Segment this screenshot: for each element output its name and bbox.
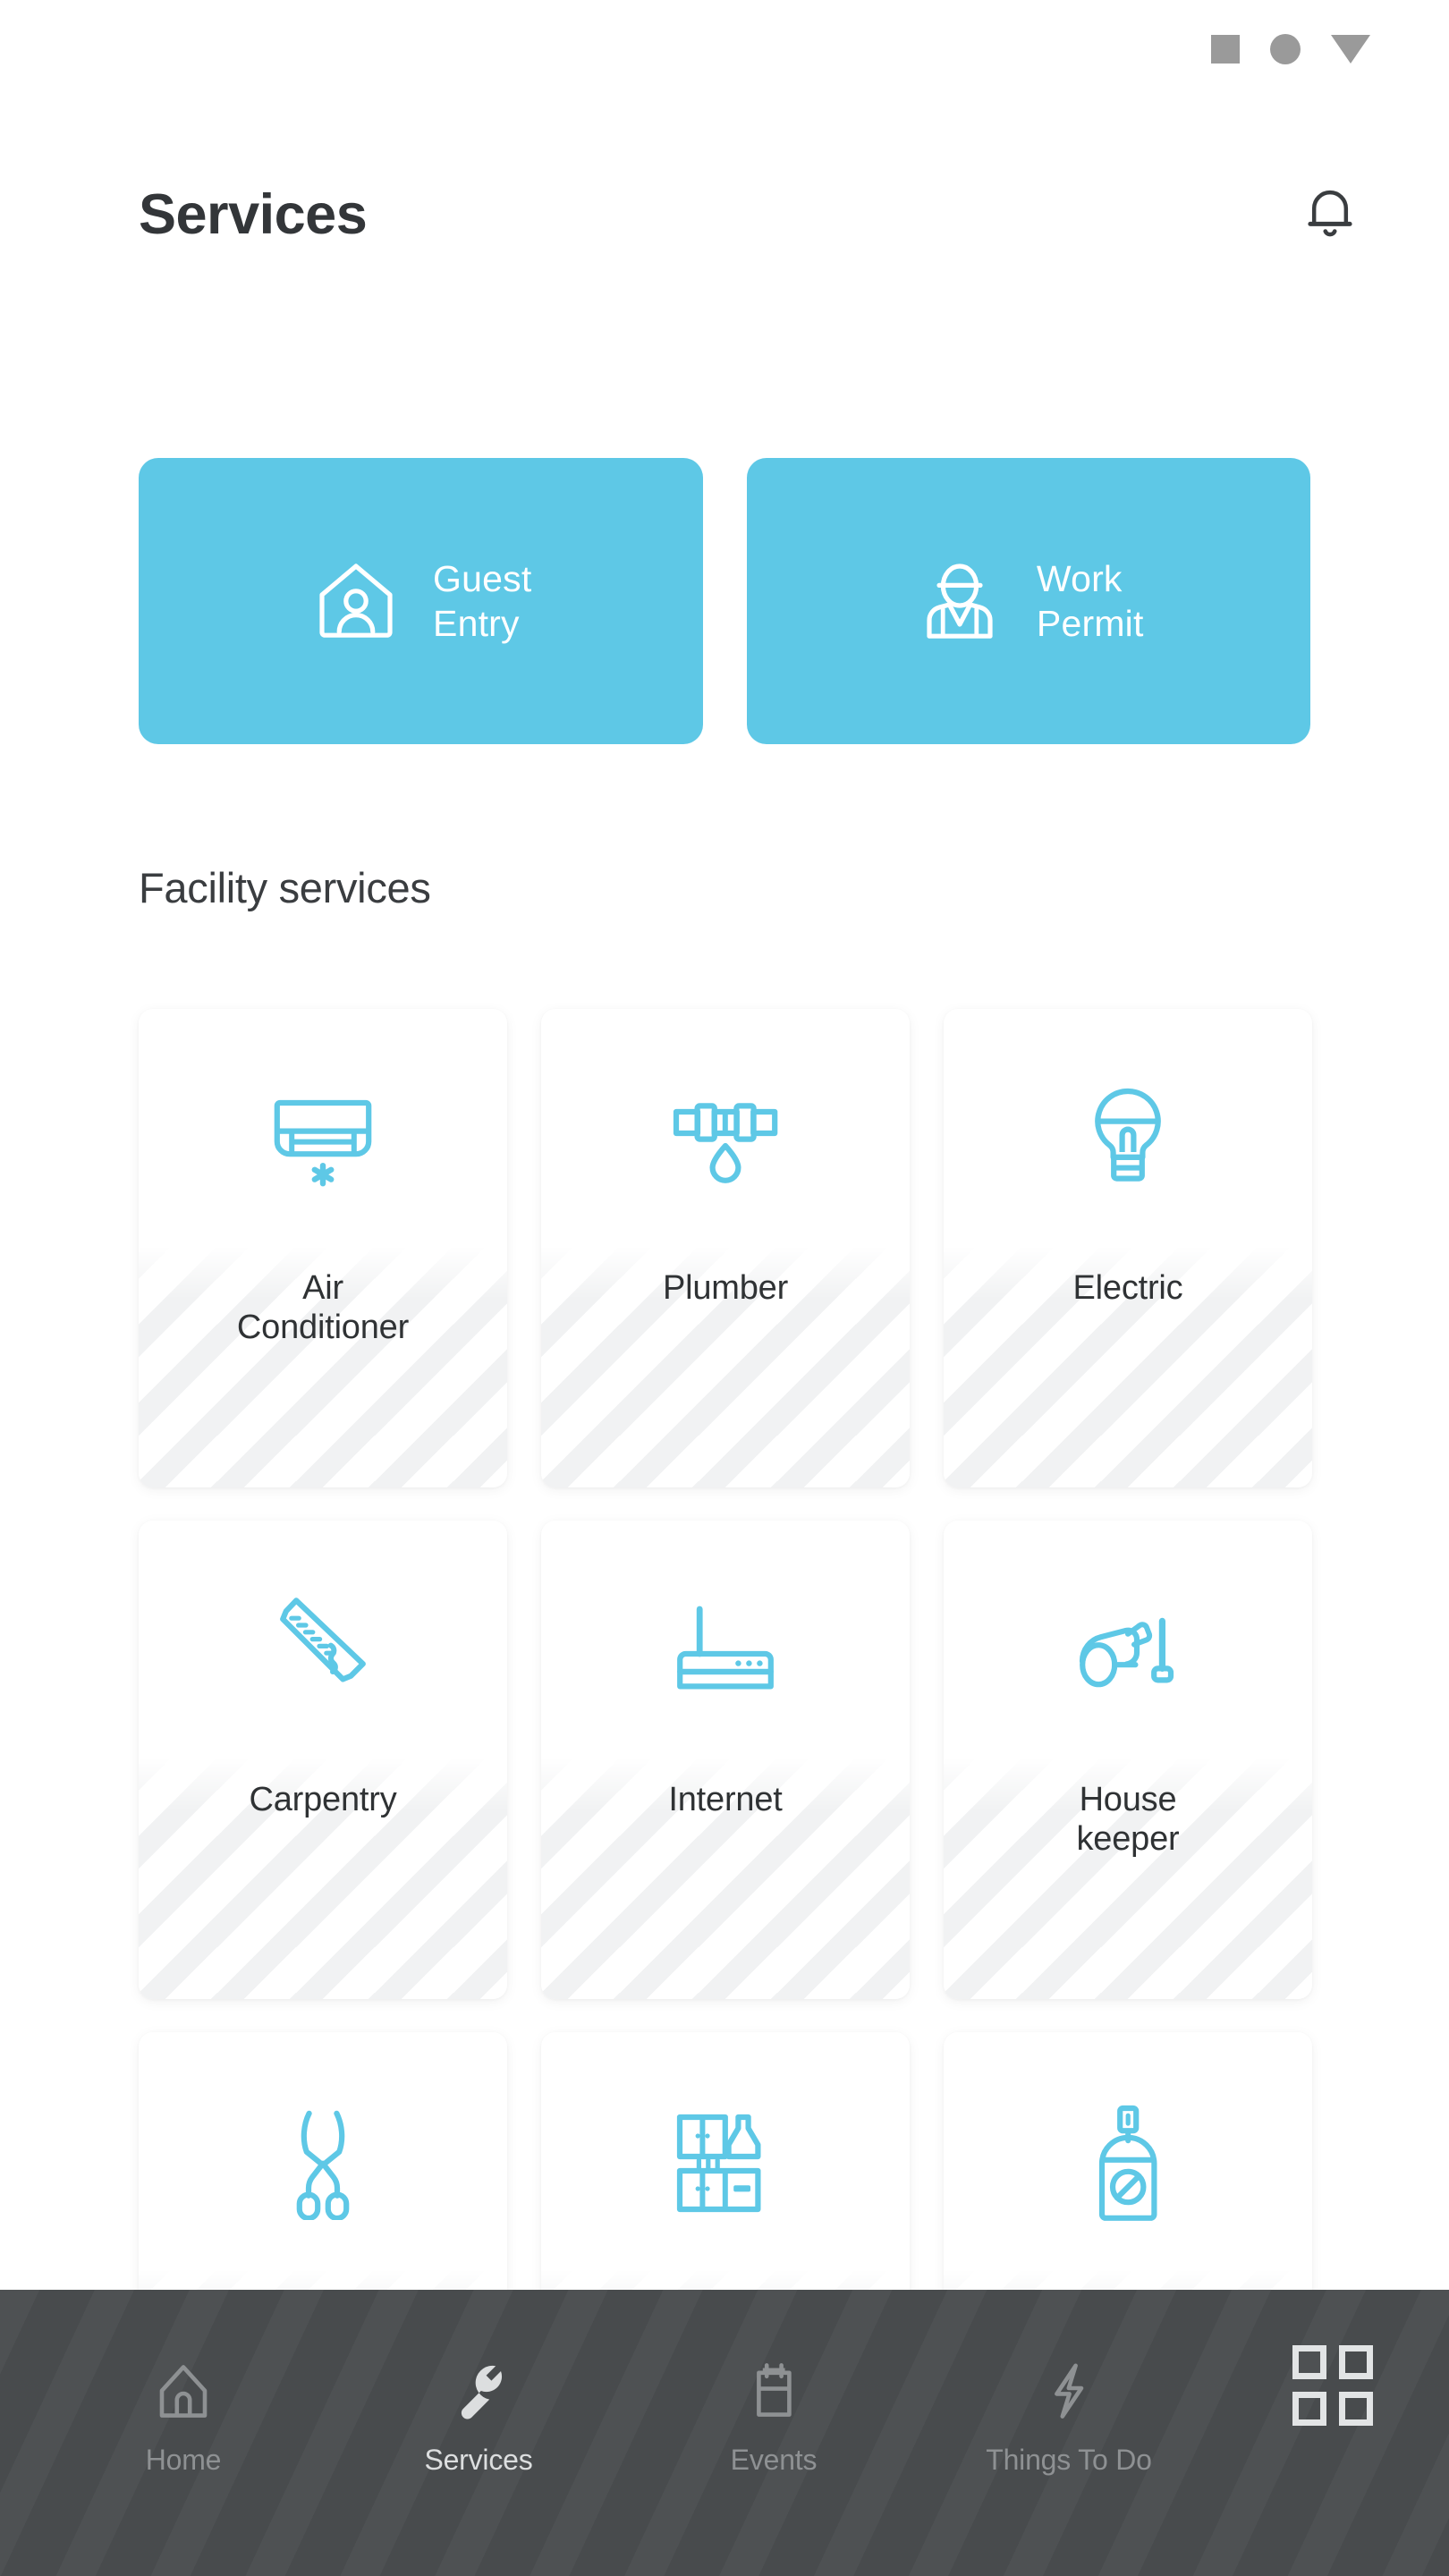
service-label: Carpentry <box>249 1781 397 1818</box>
grid-menu-button[interactable] <box>1216 2340 1449 2426</box>
service-label: Internet <box>668 1781 783 1818</box>
notification-button[interactable] <box>1290 174 1370 255</box>
service-card-carpentry[interactable]: Carpentry <box>139 1521 507 1999</box>
garden-shears-icon <box>139 2032 507 2292</box>
facility-services-heading: Facility services <box>139 864 431 911</box>
service-card-electric[interactable]: Electric <box>944 1009 1312 1487</box>
vacuum-cleaner-icon <box>944 1521 1312 1780</box>
bottom-nav-items: Home Services Events Things To Do <box>0 2340 1216 2477</box>
guest-entry-button[interactable]: Guest Entry <box>139 458 703 744</box>
nav-label: Home <box>145 2444 222 2476</box>
service-card-air-conditioner[interactable]: Air Conditioner <box>139 1009 507 1487</box>
nav-item-home[interactable]: Home <box>36 2340 331 2477</box>
bell-icon <box>1302 183 1358 247</box>
kitchen-cabinet-icon <box>541 2032 910 2292</box>
facility-services-scroll-area[interactable]: Air Conditioner Plumber Electric Carpent… <box>0 995 1449 2292</box>
service-label: House keeper <box>1076 1781 1180 1859</box>
service-card-internet[interactable]: Internet <box>541 1521 910 1999</box>
facility-services-grid: Air Conditioner Plumber Electric Carpent… <box>139 1009 1330 2292</box>
handsaw-icon <box>139 1521 507 1780</box>
grid-four-squares-icon <box>1292 2345 1373 2426</box>
worker-hardhat-icon <box>913 555 1006 648</box>
house-icon <box>156 2340 211 2422</box>
page-header: Services <box>0 157 1449 273</box>
page-title: Services <box>139 182 368 246</box>
nav-item-events[interactable]: Events <box>626 2340 921 2477</box>
spray-can-icon <box>944 2032 1312 2292</box>
work-permit-button[interactable]: Work Permit <box>746 458 1310 744</box>
work-permit-label: Work Permit <box>1036 557 1144 644</box>
service-label: Air Conditioner <box>236 1269 410 1347</box>
service-card-kitchen[interactable] <box>541 2032 910 2292</box>
nav-label: Events <box>730 2444 818 2476</box>
service-card-plumber[interactable]: Plumber <box>541 1009 910 1487</box>
house-person-icon <box>309 555 402 648</box>
air-conditioner-icon <box>139 1009 507 1268</box>
guest-entry-label: Guest Entry <box>433 557 532 644</box>
pipe-waterdrop-icon <box>541 1009 910 1268</box>
quick-actions-row: Guest Entry Work Permit <box>139 458 1310 744</box>
calendar-icon <box>748 2340 800 2422</box>
service-card-house-keeper[interactable]: House keeper <box>944 1521 1312 1999</box>
nav-item-things-to-do[interactable]: Things To Do <box>921 2340 1216 2477</box>
service-label: Electric <box>1072 1269 1183 1307</box>
nav-label: Things To Do <box>986 2444 1152 2476</box>
service-label: Plumber <box>662 1269 789 1307</box>
status-indicator-bar <box>0 0 1449 98</box>
wrench-icon <box>452 2340 505 2422</box>
lightning-bolt-icon <box>1046 2340 1092 2422</box>
service-card-pest-control[interactable] <box>944 2032 1312 2292</box>
lightbulb-icon <box>944 1009 1312 1268</box>
triangle-down-indicator <box>1331 35 1370 64</box>
service-card-gardening[interactable] <box>139 2032 507 2292</box>
bottom-navigation: Home Services Events Things To Do <box>0 2290 1449 2576</box>
nav-item-services[interactable]: Services <box>331 2340 626 2477</box>
circle-indicator <box>1270 34 1301 64</box>
square-indicator <box>1211 35 1240 64</box>
nav-label: Services <box>424 2444 533 2476</box>
router-icon <box>541 1521 910 1780</box>
app-screen: Services Guest Entry Work Permit Facilit… <box>0 0 1449 2576</box>
